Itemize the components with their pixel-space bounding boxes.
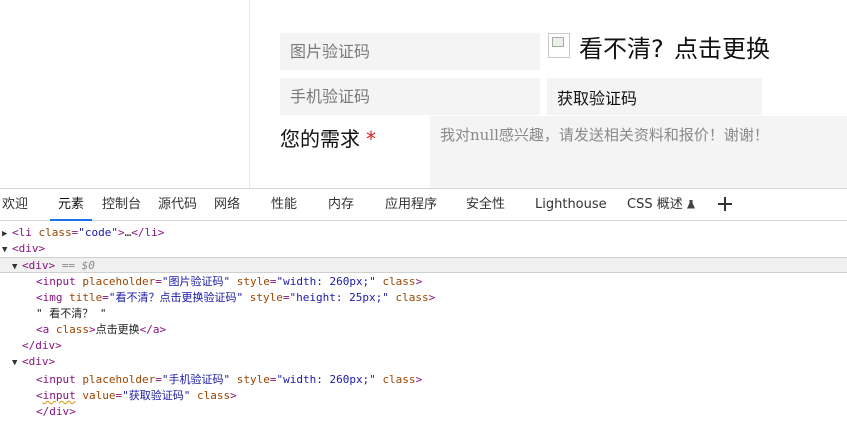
cant-see-text: 看不清?	[579, 35, 664, 63]
tree-row[interactable]: <a class>点击更换</a>	[0, 322, 847, 338]
tree-row[interactable]: " 看不清？ "	[0, 306, 847, 322]
tab-sources[interactable]: 源代码	[158, 189, 197, 221]
need-textarea[interactable]	[430, 116, 847, 188]
phone-code-input[interactable]	[280, 78, 540, 115]
tab-welcome[interactable]: 欢迎	[2, 189, 28, 221]
tree-row[interactable]: </div>	[0, 338, 847, 354]
tree-row-selected[interactable]: ▼ <div> == $0	[0, 257, 847, 273]
flask-icon	[686, 200, 695, 209]
tab-memory[interactable]: 内存	[328, 189, 354, 221]
tab-console[interactable]: 控制台	[102, 189, 141, 221]
tree-row[interactable]: <input placeholder="图片验证码" style="width:…	[0, 274, 847, 290]
collapse-arrow-icon[interactable]: ▼	[2, 242, 12, 258]
collapse-arrow-icon[interactable]: ▼	[12, 259, 22, 275]
tab-application[interactable]: 应用程序	[385, 189, 437, 221]
tab-css-overview-label: CSS 概述	[627, 197, 683, 212]
tab-css-overview[interactable]: CSS 概述	[627, 189, 695, 221]
tree-row[interactable]: ▼ <div>	[0, 354, 847, 370]
page-divider	[249, 0, 250, 188]
add-tab-icon[interactable]	[716, 195, 734, 213]
refresh-captcha-link[interactable]: 点击更换	[674, 33, 770, 65]
captcha-image[interactable]	[548, 33, 570, 58]
tree-row[interactable]: <img title="看不清？点击更换验证码" style="height: …	[0, 290, 847, 306]
tab-elements[interactable]: 元素	[49, 189, 93, 221]
image-code-input[interactable]	[280, 33, 540, 70]
web-page: 看不清? 点击更换 获取验证码 您的需求*	[0, 0, 847, 188]
tree-row[interactable]: <input placeholder="手机验证码" style="width:…	[0, 372, 847, 388]
tree-row[interactable]: <input value="获取验证码" class>	[0, 388, 847, 404]
tab-performance[interactable]: 性能	[271, 189, 297, 221]
tab-network[interactable]: 网络	[214, 189, 240, 221]
tree-row[interactable]: </div>	[0, 404, 847, 420]
tree-row[interactable]: ▼ <div>	[0, 241, 847, 257]
need-label-text: 您的需求	[280, 127, 360, 151]
tab-security[interactable]: 安全性	[466, 189, 505, 221]
need-label: 您的需求 *	[280, 126, 376, 152]
tree-row[interactable]: ▶ <li class="code">…</li>	[0, 225, 847, 241]
expand-arrow-icon[interactable]: ▶	[2, 226, 12, 242]
tab-lighthouse[interactable]: Lighthouse	[535, 189, 607, 221]
required-mark: *	[366, 127, 376, 151]
elements-tree: ▶ <li class="code">…</li> ▼ <div> ▼ <div> =…	[0, 221, 847, 422]
get-code-button[interactable]: 获取验证码	[547, 78, 762, 115]
devtools-tab-bar: 欢迎 元素 控制台 源代码 网络 性能 内存 应用程序 安全性 Lighthou…	[0, 188, 847, 221]
collapse-arrow-icon[interactable]: ▼	[12, 355, 22, 371]
